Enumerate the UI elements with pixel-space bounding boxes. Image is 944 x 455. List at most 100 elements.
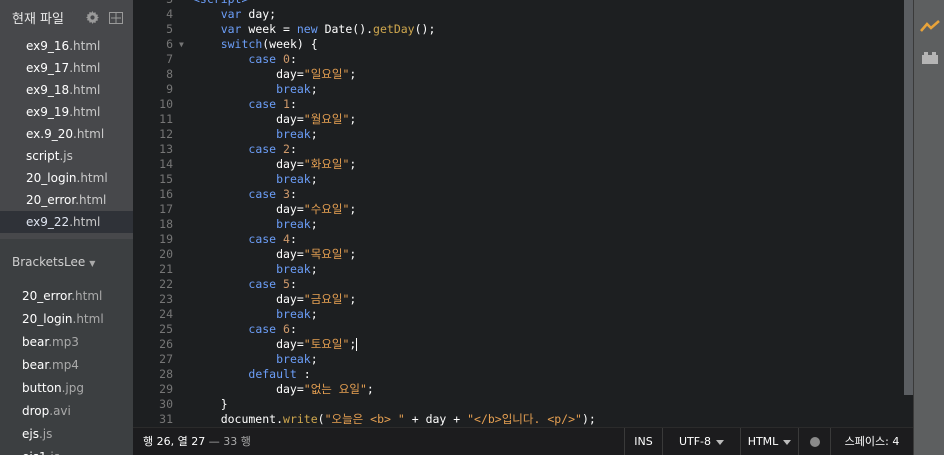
code-line[interactable]: 9 break;: [133, 82, 902, 97]
working-file-item[interactable]: ex9_22.html: [0, 211, 133, 233]
code-line[interactable]: 8 day="일요일";: [133, 67, 902, 82]
file-name: ex9_18: [26, 83, 70, 97]
file-extension: .html: [69, 39, 101, 53]
caret-down-icon: ▼: [89, 259, 96, 268]
working-file-item[interactable]: ex9_18.html: [0, 79, 133, 101]
line-number: 25: [159, 322, 173, 336]
file-name: ex9_19: [26, 105, 70, 119]
lightning-icon[interactable]: [920, 16, 940, 36]
dropdown-arrow-icon: [716, 439, 725, 445]
code-line[interactable]: 6 ▼ switch(week) {: [133, 37, 902, 52]
code-text: case 1:: [248, 97, 297, 111]
project-file-item[interactable]: bear.mp3: [0, 331, 133, 354]
working-file-item[interactable]: script.js: [0, 145, 133, 167]
file-extension: .mp4: [48, 358, 79, 372]
working-files-title: 현재 파일: [12, 12, 64, 27]
line-number: 21: [159, 262, 173, 276]
code-line[interactable]: 23 day="금요일";: [133, 292, 902, 307]
code-line[interactable]: 16 case 3:: [133, 187, 902, 202]
project-file-item[interactable]: 20_login.html: [0, 308, 133, 331]
lego-block-icon[interactable]: [920, 48, 940, 68]
line-number: 28: [159, 367, 173, 381]
cursor-position: 행 26, 열 27 — 33 행: [143, 428, 251, 455]
code-line[interactable]: 28 default :: [133, 367, 902, 382]
line-number: 27: [159, 352, 173, 366]
code-text: var week = new Date().getDay();: [220, 22, 436, 36]
file-extension: .js: [47, 450, 60, 455]
file-name: bear: [22, 335, 49, 349]
project-panel: BracketsLee ▼ 20_error.html 20_login.html b…: [0, 239, 133, 455]
code-line[interactable]: 14 day="화요일";: [133, 157, 902, 172]
code-line[interactable]: 25 case 6:: [133, 322, 902, 337]
project-header[interactable]: BracketsLee ▼: [0, 245, 133, 279]
code-line[interactable]: 5 var week = new Date().getDay();: [133, 22, 902, 37]
project-file-item[interactable]: ejs1.js: [0, 446, 133, 455]
code-text: case 6:: [248, 322, 297, 336]
code-line[interactable]: 11 day="월요일";: [133, 112, 902, 127]
indent-setting[interactable]: 스페이스: 4: [830, 428, 913, 455]
encoding-label: UTF-8: [678, 435, 712, 448]
line-number: 18: [159, 217, 173, 231]
indent-label: 스페이스: 4: [844, 435, 900, 448]
project-file-item[interactable]: button.jpg: [0, 377, 133, 400]
language-select[interactable]: HTML: [740, 428, 798, 455]
working-file-item[interactable]: 20_error.html: [0, 189, 133, 211]
line-number: 14: [159, 157, 173, 171]
code-text: day="일요일";: [193, 67, 357, 81]
code-line[interactable]: 18 break;: [133, 217, 902, 232]
code-line[interactable]: 12 break;: [133, 127, 902, 142]
cursor-position-text: 행 26, 열 27: [143, 435, 206, 448]
project-file-item[interactable]: ejs.js: [0, 423, 133, 446]
project-file-item[interactable]: 20_error.html: [0, 285, 133, 308]
code-line[interactable]: 21 break;: [133, 262, 902, 277]
code-line[interactable]: 13 case 2:: [133, 142, 902, 157]
fold-arrow-icon[interactable]: ▼: [179, 37, 184, 52]
code-line[interactable]: 26 day="토요일";: [133, 337, 902, 352]
line-number: 26: [159, 337, 173, 351]
file-extension: .jpg: [61, 381, 84, 395]
line-number: 16: [159, 187, 173, 201]
project-file-item[interactable]: bear.mp4: [0, 354, 133, 377]
code-line[interactable]: 19 case 4:: [133, 232, 902, 247]
code-line[interactable]: 20 day="목요일";: [133, 247, 902, 262]
encoding-select[interactable]: UTF-8: [662, 428, 740, 455]
working-file-item[interactable]: ex.9_20.html: [0, 123, 133, 145]
code-line[interactable]: 15 break;: [133, 172, 902, 187]
code-line[interactable]: 3 <script>: [133, 0, 902, 7]
working-files-list: ex9_16.html ex9_17.html ex9_18.html ex9_19.…: [0, 35, 133, 233]
gear-icon[interactable]: [85, 11, 99, 25]
code-line[interactable]: 7 case 0:: [133, 52, 902, 67]
code-text: break;: [276, 172, 318, 186]
working-file-item[interactable]: ex9_19.html: [0, 101, 133, 123]
line-number: 11: [159, 112, 173, 126]
code-line[interactable]: 22 case 5:: [133, 277, 902, 292]
code-line[interactable]: 17 day="수요일";: [133, 202, 902, 217]
code-line[interactable]: 10 case 1:: [133, 97, 902, 112]
file-extension: .mp3: [48, 335, 79, 349]
editor-scrollbar[interactable]: [902, 0, 913, 427]
code-editor[interactable]: 3<script>4 var day;5 var week = new Date…: [133, 0, 902, 427]
code-line[interactable]: 24 break;: [133, 307, 902, 322]
working-file-item[interactable]: ex9_17.html: [0, 57, 133, 79]
code-text: case 2:: [248, 142, 297, 156]
code-line[interactable]: 27 break;: [133, 352, 902, 367]
split-view-icon[interactable]: [109, 11, 123, 25]
code-line[interactable]: 4 var day;: [133, 7, 902, 22]
line-number: 5: [166, 22, 173, 36]
code-line[interactable]: 30 }: [133, 397, 902, 412]
code-line[interactable]: 29 day="없는 요일";: [133, 382, 902, 397]
linter-status[interactable]: [798, 428, 830, 455]
file-name: ejs1: [22, 450, 47, 455]
file-extension: .html: [72, 312, 104, 326]
working-file-item[interactable]: ex9_16.html: [0, 35, 133, 57]
insert-mode-toggle[interactable]: INS: [624, 428, 662, 455]
project-file-item[interactable]: drop.avi: [0, 400, 133, 423]
code-text: switch(week) {: [220, 37, 318, 51]
file-extension: .html: [69, 105, 101, 119]
working-files-header: 현재 파일: [0, 0, 133, 35]
code-text: day="토요일";: [193, 337, 358, 351]
code-line[interactable]: 31 document.write("오늘은 <b> " + day + "</…: [133, 412, 902, 427]
scrollbar-thumb[interactable]: [904, 0, 913, 395]
working-file-item[interactable]: 20_login.html: [0, 167, 133, 189]
file-extension: .html: [71, 289, 103, 303]
